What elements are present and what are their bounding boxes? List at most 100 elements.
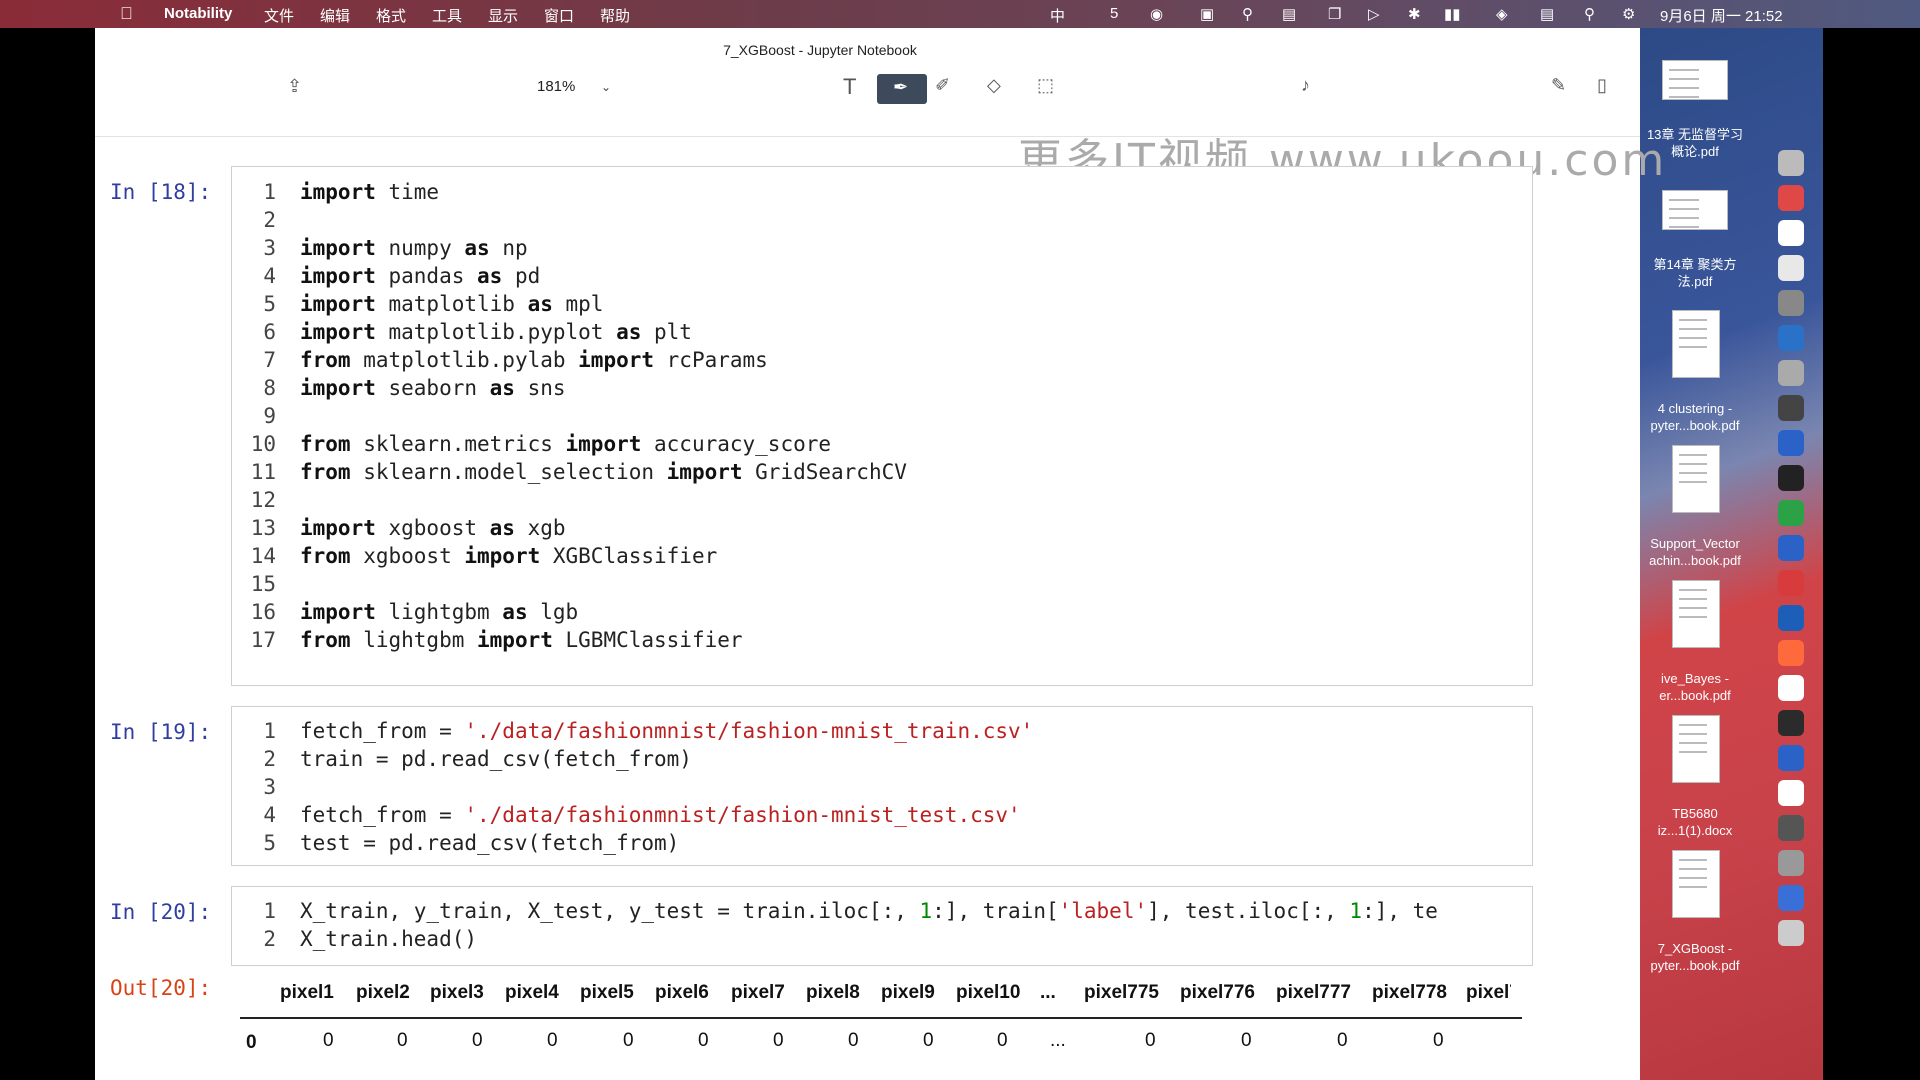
code-line[interactable]: 14 from xgboost import XGBClassifier <box>246 542 907 570</box>
desktop-file-label[interactable]: 4 clustering - pyter...book.pdf <box>1630 400 1760 434</box>
zoom-level[interactable]: 181% <box>537 78 575 95</box>
window-icon[interactable]: ❐ <box>1328 5 1341 23</box>
eraser-icon[interactable]: ◇ <box>987 75 1001 96</box>
menu-help[interactable]: 帮助 <box>600 5 630 26</box>
code-line[interactable]: 15 <box>246 570 907 598</box>
code-text[interactable]: from sklearn.metrics import accuracy_sco… <box>300 432 831 456</box>
code-text[interactable]: train = pd.read_csv(fetch_from) <box>300 747 692 771</box>
dock-app-icon[interactable] <box>1778 815 1804 841</box>
code-line[interactable]: 2 <box>246 206 907 234</box>
dock-app-icon[interactable] <box>1778 780 1804 806</box>
code-text[interactable]: from matplotlib.pylab import rcParams <box>300 348 768 372</box>
code-line[interactable]: 17 from lightgbm import LGBMClassifier <box>246 626 907 654</box>
menu-edit[interactable]: 编辑 <box>320 5 350 26</box>
code-line[interactable]: 9 <box>246 402 907 430</box>
file-thumbnail[interactable] <box>1672 850 1720 918</box>
play-icon[interactable]: ▷ <box>1368 5 1380 23</box>
code-text[interactable]: import seaborn as sns <box>300 376 566 400</box>
menu-file[interactable]: 文件 <box>264 5 294 26</box>
dock-app-icon[interactable] <box>1778 710 1804 736</box>
code-line[interactable]: 5 import matplotlib as mpl <box>246 290 907 318</box>
dock-app-icon[interactable] <box>1778 150 1804 176</box>
dock-app-icon[interactable] <box>1778 675 1804 701</box>
bluetooth-icon[interactable]: ✱ <box>1408 5 1421 23</box>
dock-app-icon[interactable] <box>1778 500 1804 526</box>
code-line[interactable]: 7 from matplotlib.pylab import rcParams <box>246 346 907 374</box>
code-line[interactable]: 5 test = pd.read_csv(fetch_from) <box>246 829 1033 857</box>
file-thumbnail[interactable] <box>1672 580 1720 648</box>
dock-app-icon[interactable] <box>1778 255 1804 281</box>
dock-app-icon[interactable] <box>1778 430 1804 456</box>
battery-icon[interactable]: ▮▮ <box>1444 5 1461 23</box>
code-line[interactable]: 1 import time <box>246 178 907 206</box>
code-text[interactable]: from lightgbm import LGBMClassifier <box>300 628 743 652</box>
code-line[interactable]: 8 import seaborn as sns <box>246 374 907 402</box>
dock-app-icon[interactable] <box>1778 290 1804 316</box>
code-line[interactable]: 2 X_train.head() <box>246 925 1522 953</box>
file-thumbnail[interactable] <box>1662 60 1728 100</box>
share-icon[interactable]: ⇪ <box>287 76 302 97</box>
code-text[interactable]: import xgboost as xgb <box>300 516 566 540</box>
code-text[interactable]: from xgboost import XGBClassifier <box>300 544 717 568</box>
app-status-icon[interactable]: ▣ <box>1200 5 1214 23</box>
code-line[interactable]: 1 X_train, y_train, X_test, y_test = trai… <box>246 897 1522 925</box>
code-line[interactable]: 10 from sklearn.metrics import accuracy_s… <box>246 430 907 458</box>
dock-app-icon[interactable] <box>1778 920 1804 946</box>
text-tool-icon[interactable]: T <box>843 74 856 100</box>
search-tool-icon[interactable]: ⚲ <box>1242 5 1253 23</box>
dock-app-icon[interactable] <box>1778 850 1804 876</box>
input-method-indicator[interactable]: 中 <box>1050 5 1065 26</box>
dock-app-icon[interactable] <box>1778 220 1804 246</box>
keyboard-icon[interactable]: ▤ <box>1540 5 1554 23</box>
code-line[interactable]: 4 fetch_from = './data/fashionmnist/fashi… <box>246 801 1033 829</box>
chevron-down-icon[interactable]: ⌄ <box>601 80 611 94</box>
code-text[interactable]: fetch_from = './data/fashionmnist/fashio… <box>300 719 1033 743</box>
code-line[interactable]: 11 from sklearn.model_selection import Gr… <box>246 458 907 486</box>
clock-datetime[interactable]: 9月6日 周一 21:52 <box>1660 5 1783 26</box>
code-text[interactable]: X_train.head() <box>300 927 477 951</box>
code-text[interactable]: import pandas as pd <box>300 264 540 288</box>
code-cell-18-content[interactable]: 1 import time 2 3 import numpy as np 4 import … <box>246 178 907 654</box>
page-view-icon[interactable]: ▯ <box>1597 75 1607 96</box>
code-line[interactable]: 16 import lightgbm as lgb <box>246 598 907 626</box>
dock-app-icon[interactable] <box>1778 885 1804 911</box>
code-line[interactable]: 3 import numpy as np <box>246 234 907 262</box>
highlighter-icon[interactable]: ✐ <box>935 75 950 96</box>
dock-app-icon[interactable] <box>1778 570 1804 596</box>
code-line[interactable]: 12 <box>246 486 907 514</box>
dock-app-icon[interactable] <box>1778 535 1804 561</box>
dock-app-icon[interactable] <box>1778 465 1804 491</box>
desktop-file-label[interactable]: 7_XGBoost - pyter...book.pdf <box>1630 940 1760 974</box>
code-text[interactable]: import matplotlib as mpl <box>300 292 603 316</box>
badge-number[interactable]: 5 <box>1110 5 1118 22</box>
code-text[interactable]: test = pd.read_csv(fetch_from) <box>300 831 679 855</box>
code-cell-20-content[interactable]: 1 X_train, y_train, X_test, y_test = trai… <box>246 897 1522 953</box>
dock-app-icon[interactable] <box>1778 745 1804 771</box>
desktop-file-label[interactable]: Support_Vector achin...book.pdf <box>1630 535 1760 569</box>
file-thumbnail[interactable] <box>1672 445 1720 513</box>
code-line[interactable]: 6 import matplotlib.pyplot as plt <box>246 318 907 346</box>
code-line[interactable]: 13 import xgboost as xgb <box>246 514 907 542</box>
code-text[interactable]: fetch_from = './data/fashionmnist/fashio… <box>300 803 1021 827</box>
edit-pencil-icon[interactable]: ✎ <box>1551 75 1566 96</box>
code-cell-19-content[interactable]: 1 fetch_from = './data/fashionmnist/fashi… <box>246 717 1033 857</box>
control-center-icon[interactable]: ⚙ <box>1622 5 1635 23</box>
code-line[interactable]: 1 fetch_from = './data/fashionmnist/fashi… <box>246 717 1033 745</box>
desktop-file-label[interactable]: ive_Bayes - er...book.pdf <box>1630 670 1760 704</box>
spotlight-search-icon[interactable]: ⚲ <box>1584 5 1595 23</box>
code-line[interactable]: 3 <box>246 773 1033 801</box>
dock-app-icon[interactable] <box>1778 325 1804 351</box>
microphone-icon[interactable]: ♪ <box>1301 75 1310 96</box>
dock-app-icon[interactable] <box>1778 360 1804 386</box>
menu-window[interactable]: 窗口 <box>544 5 574 26</box>
drive-icon[interactable]: ▤ <box>1282 5 1296 23</box>
code-line[interactable]: 4 import pandas as pd <box>246 262 907 290</box>
code-text[interactable]: import time <box>300 180 439 204</box>
apple-icon[interactable]:  <box>120 4 133 24</box>
dock-app-icon[interactable] <box>1778 605 1804 631</box>
menu-view[interactable]: 显示 <box>488 5 518 26</box>
wifi-icon[interactable]: ◈ <box>1496 5 1508 23</box>
menu-format[interactable]: 格式 <box>376 5 406 26</box>
code-text[interactable]: X_train, y_train, X_test, y_test = train… <box>300 899 1438 923</box>
menu-app-name[interactable]: Notability <box>164 5 232 22</box>
